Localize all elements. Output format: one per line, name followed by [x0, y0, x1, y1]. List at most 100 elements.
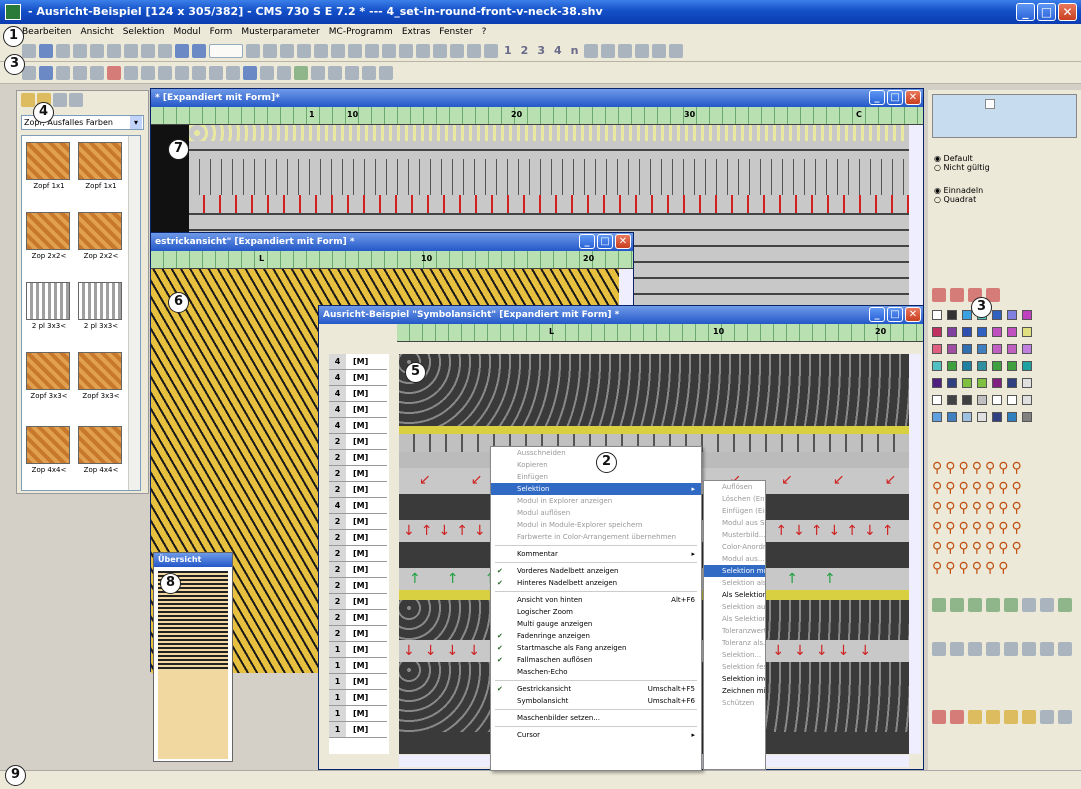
color-swatch[interactable] — [992, 344, 1002, 354]
list-icon[interactable] — [69, 93, 83, 107]
tool-icon[interactable] — [1040, 642, 1054, 656]
menu-bearbeiten[interactable]: Bearbeiten — [22, 27, 71, 37]
tool-icon[interactable] — [90, 65, 104, 80]
save-icon[interactable] — [39, 43, 53, 58]
color-swatch[interactable] — [1007, 412, 1017, 422]
row-header[interactable]: 4 [M] — [329, 498, 387, 514]
module-thumb[interactable] — [78, 352, 122, 390]
color-swatch[interactable] — [992, 378, 1002, 388]
cut-icon[interactable] — [56, 43, 70, 58]
color-swatch[interactable] — [1022, 310, 1032, 320]
tool-icon[interactable] — [968, 710, 982, 724]
nav-last-icon[interactable] — [297, 43, 311, 58]
minimize-button[interactable]: _ — [579, 234, 595, 249]
menu-modul[interactable]: Modul — [173, 27, 200, 37]
context-menu-item[interactable]: Symbolansicht Umschalt+F6 — [491, 695, 701, 707]
row-header[interactable]: 4 [M] — [329, 418, 387, 434]
color-swatch[interactable] — [962, 327, 972, 337]
color-swatch[interactable] — [1022, 395, 1032, 405]
row-header[interactable]: 1 [M] — [329, 658, 387, 674]
tool-icon[interactable] — [260, 65, 274, 80]
module-thumb[interactable] — [26, 282, 70, 320]
close-button[interactable]: ✕ — [615, 234, 631, 249]
submenu-item[interactable]: Als Selektion... — [704, 589, 765, 601]
escape-icon[interactable] — [379, 65, 393, 80]
tool-icon[interactable] — [1058, 710, 1072, 724]
color-swatch[interactable] — [1007, 395, 1017, 405]
color-swatch[interactable] — [947, 378, 957, 388]
text-icon[interactable] — [243, 65, 257, 80]
context-menu-item[interactable]: Modul auflösen — [491, 507, 701, 519]
menu-musterparameter[interactable]: Musterparameter — [241, 27, 319, 37]
tool-icon[interactable] — [932, 598, 946, 612]
color-swatch[interactable] — [962, 310, 972, 320]
tool-icon[interactable] — [1040, 598, 1054, 612]
submenu-item[interactable]: Selektion inv... — [704, 673, 765, 685]
color-swatch[interactable] — [962, 412, 972, 422]
color-tool-icon[interactable] — [950, 288, 964, 302]
row-header[interactable]: 1 [M] — [329, 674, 387, 690]
context-menu-item[interactable]: Logischer Zoom — [491, 606, 701, 618]
tool-icon[interactable] — [669, 43, 684, 58]
tool-icon[interactable] — [635, 43, 650, 58]
minimize-button[interactable]: _ — [869, 307, 885, 322]
overview-thumbnail[interactable] — [158, 571, 228, 759]
submenu-item[interactable]: Modul aus Selektion — [704, 517, 765, 529]
tool-icon[interactable] — [365, 43, 379, 58]
system-3-button[interactable]: 3 — [537, 44, 545, 57]
close-button[interactable]: ✕ — [905, 307, 921, 322]
module-thumb[interactable] — [26, 212, 70, 250]
tool-icon[interactable] — [56, 65, 70, 80]
star-icon[interactable] — [348, 43, 362, 58]
window-icon[interactable] — [39, 65, 53, 80]
row-header[interactable]: 1 [M] — [329, 642, 387, 658]
maximize-button[interactable]: □ — [1037, 3, 1056, 21]
module-thumb[interactable] — [26, 352, 70, 390]
tool-icon[interactable] — [1058, 642, 1072, 656]
row-header[interactable]: 2 [M] — [329, 546, 387, 562]
tool-icon[interactable] — [158, 43, 172, 58]
color-swatch[interactable] — [1007, 378, 1017, 388]
system-n-button[interactable]: n — [571, 44, 579, 57]
submenu-item[interactable]: Toleranzwert... — [704, 625, 765, 637]
system-2-button[interactable]: 2 — [521, 44, 529, 57]
tool-icon[interactable] — [1040, 710, 1054, 724]
module-thumb[interactable] — [78, 282, 122, 320]
scrollbar[interactable] — [128, 136, 140, 490]
submenu-item[interactable]: Schützen — [704, 697, 765, 709]
color-swatch[interactable] — [947, 412, 957, 422]
pattern-icon[interactable] — [484, 43, 498, 58]
row-header[interactable]: 1 [M] — [329, 690, 387, 706]
tool-icon[interactable] — [226, 65, 240, 80]
tool-icon[interactable] — [1022, 710, 1036, 724]
color-swatch[interactable] — [962, 361, 972, 371]
color-swatch[interactable] — [932, 395, 942, 405]
menu-help[interactable]: ? — [482, 27, 487, 37]
context-menu-item[interactable]: ✔ Vorderes Nadelbett anzeigen — [491, 565, 701, 577]
menu-mc-programm[interactable]: MC-Programm — [329, 27, 393, 37]
system-4-button[interactable]: 4 — [554, 44, 562, 57]
tool-icon[interactable] — [618, 43, 633, 58]
submenu-item[interactable]: Selektion mod... — [704, 565, 765, 577]
redo-icon[interactable] — [124, 43, 138, 58]
tool-icon[interactable] — [141, 65, 155, 80]
row-header[interactable]: 2 [M] — [329, 530, 387, 546]
row-header[interactable]: 4 [M] — [329, 386, 387, 402]
tool-icon[interactable] — [950, 642, 964, 656]
color-swatch[interactable] — [1022, 378, 1032, 388]
row-header[interactable]: 2 [M] — [329, 594, 387, 610]
tool-icon[interactable] — [968, 598, 982, 612]
context-menu-item[interactable]: ✔ Hinteres Nadelbett anzeigen — [491, 577, 701, 589]
tool-icon[interactable] — [1022, 642, 1036, 656]
tool-icon[interactable] — [986, 710, 1000, 724]
radio-option[interactable]: ◉ Einnadeln — [934, 186, 1075, 195]
color-swatch[interactable] — [1022, 361, 1032, 371]
context-menu-item[interactable]: Farbwerte in Color-Arrangement übernehme… — [491, 531, 701, 543]
star-icon[interactable] — [331, 43, 345, 58]
submenu-item[interactable]: Toleranz als... — [704, 637, 765, 649]
tool-icon[interactable] — [1022, 598, 1036, 612]
tool-icon[interactable] — [601, 43, 616, 58]
submenu-item[interactable]: Zeichnen mit... — [704, 685, 765, 697]
module-thumb[interactable] — [78, 426, 122, 464]
color-swatch[interactable] — [962, 395, 972, 405]
